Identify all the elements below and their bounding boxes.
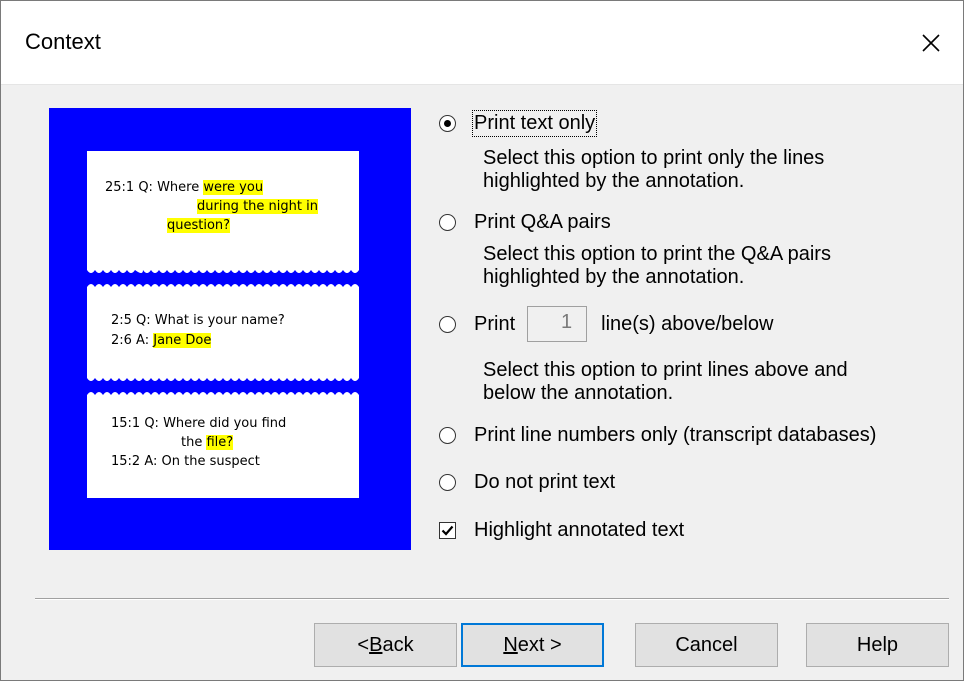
preview-highlight: file? bbox=[206, 435, 234, 450]
preview-text: 15:2 A: On the suspect bbox=[111, 454, 260, 469]
option-label: Do not print text bbox=[474, 471, 616, 493]
back-button[interactable]: < Back bbox=[314, 623, 457, 667]
preview-highlight: were you bbox=[203, 180, 264, 195]
context-preview-image: 25:1 Q: Where were you during the night … bbox=[49, 108, 411, 550]
preview-highlight: during the night in bbox=[197, 199, 318, 214]
next-button[interactable]: Next > bbox=[461, 623, 604, 667]
radio-button[interactable] bbox=[439, 315, 456, 333]
help-button[interactable]: Help bbox=[806, 623, 949, 667]
preview-highlight: question? bbox=[167, 218, 231, 233]
option-label: line(s) above/below bbox=[601, 312, 774, 335]
close-button[interactable] bbox=[899, 1, 963, 85]
option-description: Select this option to print the Q&A pair… bbox=[483, 243, 831, 288]
option-label: Print bbox=[474, 312, 516, 335]
tear-edge bbox=[87, 374, 359, 381]
option-description: Select this option to print only the lin… bbox=[483, 147, 825, 192]
close-icon bbox=[922, 34, 940, 52]
cancel-button[interactable]: Cancel bbox=[635, 623, 778, 667]
print-line-numbers-option[interactable]: Print line numbers only (transcript data… bbox=[439, 424, 876, 447]
dialog-title: Context bbox=[25, 29, 101, 54]
title-bar: Context bbox=[1, 1, 963, 85]
lines-count-field[interactable]: 1 bbox=[527, 306, 588, 342]
radio-button[interactable] bbox=[439, 427, 456, 444]
checkmark-icon bbox=[441, 525, 454, 536]
separator bbox=[35, 598, 949, 600]
option-description: Select this option to print lines above … bbox=[483, 359, 848, 404]
preview-text: 2:5 Q: What is your name? bbox=[111, 313, 285, 328]
print-lines-option[interactable]: Print 1 line(s) above/below bbox=[439, 306, 773, 342]
option-label: Highlight annotated text bbox=[474, 519, 685, 541]
option-label: Print text only bbox=[471, 110, 598, 137]
tear-edge bbox=[87, 266, 359, 273]
context-dialog: Context 25:1 Q: Where were you during th… bbox=[0, 0, 964, 681]
highlight-annotated-option[interactable]: Highlight annotated text bbox=[439, 519, 684, 542]
preview-highlight: Jane Doe bbox=[153, 333, 212, 348]
preview-text: the bbox=[181, 435, 207, 450]
radio-button[interactable] bbox=[439, 474, 456, 491]
do-not-print-option[interactable]: Do not print text bbox=[439, 471, 615, 494]
option-label: Print Q&A pairs bbox=[474, 211, 611, 233]
print-qa-pairs-option[interactable]: Print Q&A pairs bbox=[439, 211, 611, 234]
preview-text: 15:1 Q: Where did you find bbox=[111, 416, 287, 431]
preview-card: 15:1 Q: Where did you find the file? 15:… bbox=[87, 398, 359, 498]
print-text-only-option[interactable]: Print text only bbox=[439, 110, 598, 137]
preview-text: 2:6 A: bbox=[111, 333, 154, 348]
radio-button[interactable] bbox=[439, 214, 456, 231]
highlight-checkbox[interactable] bbox=[439, 522, 456, 539]
preview-card: 2:5 Q: What is your name? 2:6 A: Jane Do… bbox=[87, 290, 359, 376]
option-label: Print line numbers only (transcript data… bbox=[474, 424, 877, 446]
radio-button[interactable] bbox=[439, 115, 456, 132]
preview-text: 25:1 Q: Where bbox=[105, 180, 204, 195]
preview-card: 25:1 Q: Where were you during the night … bbox=[87, 151, 359, 269]
